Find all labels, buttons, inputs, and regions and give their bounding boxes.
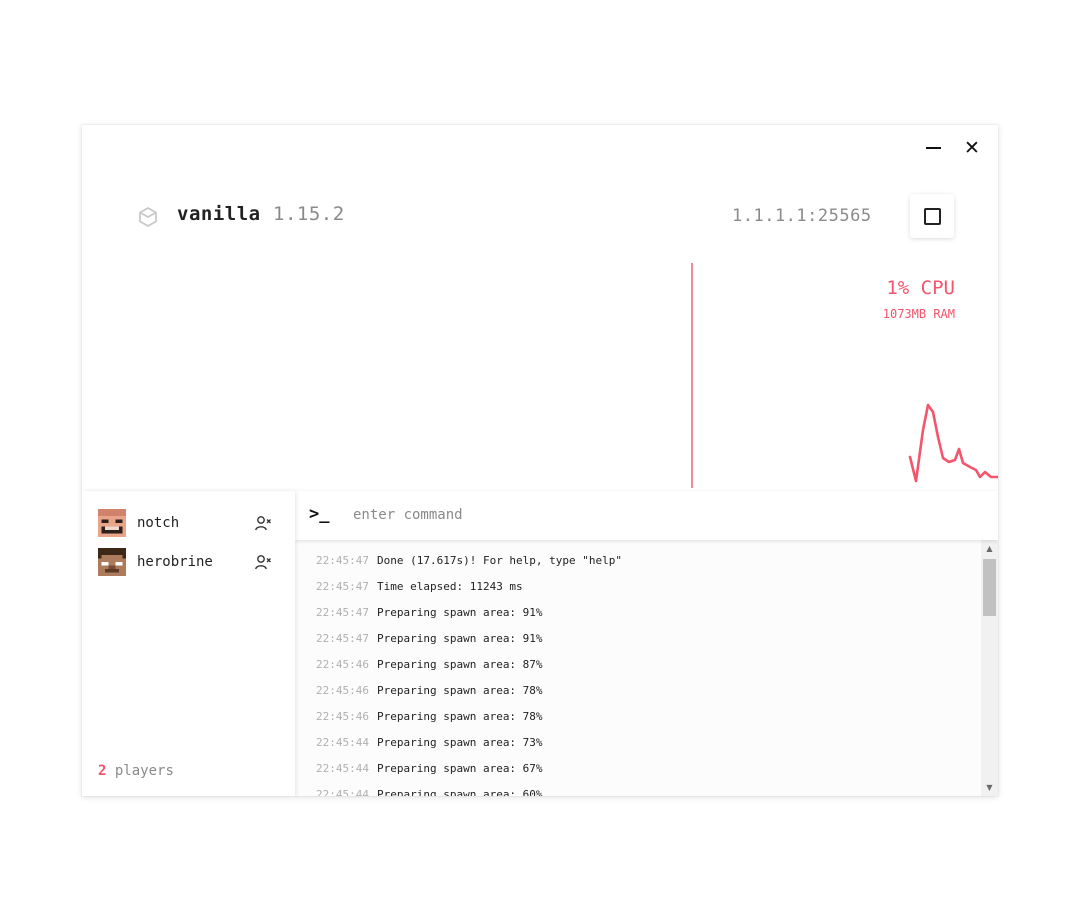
server-name: vanilla bbox=[177, 203, 261, 225]
console-log[interactable]: ▲ ▼ 22:45:47 Done (17.617s)! For help, ty… bbox=[295, 540, 998, 796]
hexagon-box-icon bbox=[139, 207, 157, 227]
server-address: 1.1.1.1:25565 bbox=[732, 206, 872, 226]
command-input[interactable] bbox=[353, 502, 953, 528]
console-scrollbar[interactable]: ▲ ▼ bbox=[981, 540, 998, 796]
close-button[interactable]: ✕ bbox=[959, 135, 985, 161]
minimize-icon bbox=[925, 147, 941, 149]
log-message: Preparing spawn area: 73% bbox=[376, 736, 543, 749]
log-timestamp: 22:45:47 bbox=[316, 606, 369, 619]
log-timestamp: 22:45:44 bbox=[316, 736, 369, 749]
ram-usage: 1073MB RAM bbox=[882, 307, 955, 321]
player-name: herobrine bbox=[137, 554, 213, 570]
log-message: Preparing spawn area: 60% bbox=[376, 788, 543, 796]
log-line: 22:45:47 Preparing spawn area: 91% bbox=[316, 606, 543, 619]
players-panel: notch herobrine 2 players bbox=[82, 491, 295, 796]
stop-server-button[interactable] bbox=[910, 194, 954, 238]
scroll-up-arrow-icon[interactable]: ▲ bbox=[981, 540, 998, 557]
log-message: Preparing spawn area: 67% bbox=[376, 762, 543, 775]
player-row[interactable]: notch bbox=[82, 507, 295, 539]
minimize-button[interactable] bbox=[920, 135, 946, 161]
log-timestamp: 22:45:46 bbox=[316, 710, 369, 723]
log-line: 22:45:44 Preparing spawn area: 60% bbox=[316, 788, 543, 796]
log-message: Preparing spawn area: 78% bbox=[376, 710, 543, 723]
server-window: ✕ vanilla 1.15.2 1.1.1.1:25565 1% CPU 10… bbox=[82, 125, 998, 796]
log-line: 22:45:47 Done (17.617s)! For help, type "… bbox=[316, 554, 622, 567]
scrollbar-thumb[interactable] bbox=[983, 559, 996, 616]
close-icon: ✕ bbox=[964, 136, 980, 159]
log-line: 22:45:44 Preparing spawn area: 73% bbox=[316, 736, 543, 749]
player-count: 2 players bbox=[98, 763, 174, 779]
log-line: 22:45:47 Time elapsed: 11243 ms bbox=[316, 580, 523, 593]
log-timestamp: 22:45:46 bbox=[316, 658, 369, 671]
kick-user-icon[interactable] bbox=[254, 514, 272, 532]
log-line: 22:45:44 Preparing spawn area: 67% bbox=[316, 762, 543, 775]
log-message: Preparing spawn area: 91% bbox=[376, 606, 543, 619]
player-row[interactable]: herobrine bbox=[82, 546, 295, 578]
scroll-down-arrow-icon[interactable]: ▼ bbox=[981, 779, 998, 796]
player-name: notch bbox=[137, 515, 180, 531]
log-timestamp: 22:45:47 bbox=[316, 580, 369, 593]
terminal-prompt-icon: >_ bbox=[309, 504, 330, 524]
player-avatar bbox=[98, 548, 126, 576]
player-avatar bbox=[98, 509, 126, 537]
log-timestamp: 22:45:44 bbox=[316, 762, 369, 775]
command-bar: >_ bbox=[295, 491, 998, 540]
cpu-graph-line bbox=[908, 403, 998, 483]
log-timestamp: 22:45:47 bbox=[316, 632, 369, 645]
cpu-usage: 1% CPU bbox=[886, 277, 955, 299]
player-count-number: 2 bbox=[98, 763, 107, 779]
server-version: 1.15.2 bbox=[273, 203, 345, 225]
log-line: 22:45:47 Preparing spawn area: 91% bbox=[316, 632, 543, 645]
log-line: 22:45:46 Preparing spawn area: 78% bbox=[316, 684, 543, 697]
kick-user-icon[interactable] bbox=[254, 553, 272, 571]
graph-divider bbox=[691, 263, 693, 488]
log-timestamp: 22:45:47 bbox=[316, 554, 369, 567]
log-line: 22:45:46 Preparing spawn area: 87% bbox=[316, 658, 543, 671]
player-count-label: players bbox=[114, 763, 174, 779]
log-message: Done (17.617s)! For help, type "help" bbox=[376, 554, 623, 567]
log-message: Preparing spawn area: 78% bbox=[376, 684, 543, 697]
log-timestamp: 22:45:46 bbox=[316, 684, 369, 697]
log-line: 22:45:46 Preparing spawn area: 78% bbox=[316, 710, 543, 723]
stop-square-icon bbox=[923, 207, 941, 225]
log-message: Time elapsed: 11243 ms bbox=[376, 580, 523, 593]
log-timestamp: 22:45:44 bbox=[316, 788, 369, 796]
log-message: Preparing spawn area: 91% bbox=[376, 632, 543, 645]
log-message: Preparing spawn area: 87% bbox=[376, 658, 543, 671]
